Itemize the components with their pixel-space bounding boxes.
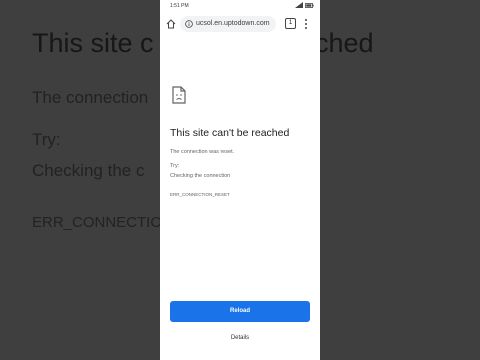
battery-icon (305, 2, 314, 8)
try-label: Try: (170, 163, 180, 169)
details-button[interactable]: Details (160, 335, 320, 341)
backdrop-error-code: ERR_CONNECTION (32, 214, 173, 231)
status-time: 1:51 PM (170, 3, 189, 9)
error-title: This site can't be reached (170, 127, 290, 139)
more-menu-icon[interactable] (304, 18, 308, 30)
address-bar[interactable]: ucsol.en.uptodown.com (180, 16, 276, 32)
status-bar: 1:51 PM (160, 0, 320, 12)
backdrop-title-left: This site c (32, 28, 154, 58)
error-code: ERR_CONNECTION_RESET (170, 192, 230, 197)
url-text[interactable]: ucsol.en.uptodown.com (196, 20, 270, 27)
browser-toolbar: ucsol.en.uptodown.com 1 (160, 13, 320, 35)
reload-button[interactable]: Reload (170, 301, 310, 322)
backdrop-try-text: Try: (32, 130, 61, 149)
error-message: The connection was reset. (170, 149, 235, 155)
phone-screen: 1:51 PM ucsol.en.uptodown.com 1 This sit… (160, 0, 320, 360)
info-icon[interactable] (185, 20, 193, 28)
tab-switcher-icon[interactable]: 1 (285, 18, 296, 29)
signal-icon (295, 2, 303, 8)
sad-page-icon (172, 86, 186, 104)
suggestion-text: Checking the connection (170, 173, 231, 179)
backdrop-connection-text: The connection (32, 88, 149, 107)
home-icon[interactable] (166, 19, 176, 29)
status-icons (295, 2, 314, 8)
backdrop-checking-text: Checking the c (32, 161, 145, 180)
